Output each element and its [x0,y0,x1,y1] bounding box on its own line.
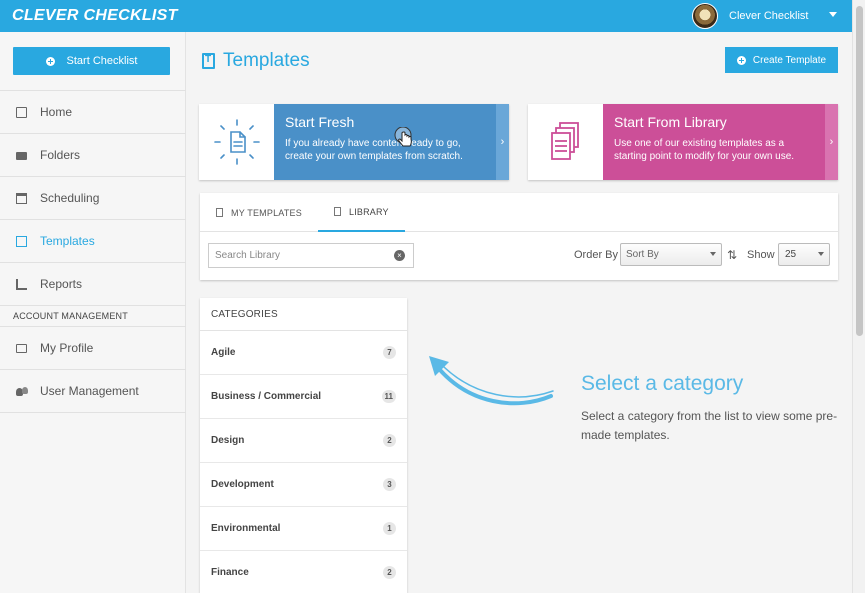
sidebar-item-reports[interactable]: Reports [0,263,186,306]
sidebar-item-templates[interactable]: Templates [0,220,186,263]
sidebar-item-scheduling[interactable]: Scheduling [0,177,186,220]
sidebar-item-label: Templates [40,234,95,248]
sidebar: Start Checklist Home Folders Scheduling … [0,32,186,593]
page-title-text: Templates [223,50,310,71]
select-category-heading: Select a category [581,372,744,395]
card-title: Start Fresh [285,114,355,130]
sort-by-select[interactable]: Sort By [620,243,722,266]
main-content: Templates Create Template [187,32,852,593]
chevron-down-icon [710,252,716,256]
start-fresh-card[interactable]: Start Fresh If you already have content … [199,104,509,180]
category-name: Finance [211,567,249,578]
document-icon [216,208,223,217]
chart-icon [16,278,27,290]
category-count-badge: 2 [383,566,396,579]
tab-my-templates[interactable]: MY TEMPLATES [200,193,318,232]
chevron-right-icon[interactable]: › [825,104,838,180]
hand-cursor-icon [394,127,412,147]
sidebar-item-label: Reports [40,277,83,291]
users-icon [16,386,28,397]
show-label: Show [747,249,775,261]
card-description: Use one of our existing templates as a s… [614,138,795,162]
sidebar-item-label: User Management [40,384,139,398]
sidebar-item-home[interactable]: Home [0,91,186,134]
category-name: Environmental [211,523,281,534]
tab-bar: MY TEMPLATES LIBRARY [200,193,838,232]
document-icon [16,106,27,118]
start-checklist-button[interactable]: Start Checklist [13,47,170,75]
plus-circle-icon [45,56,55,66]
categories-header: CATEGORIES [200,298,407,331]
category-item[interactable]: Finance 2 [200,551,407,593]
start-fresh-body: Start Fresh If you already have content … [274,104,496,180]
categories-panel: CATEGORIES Agile 7 Business / Commercial… [200,298,407,593]
clear-icon[interactable]: × [394,250,405,261]
category-name: Business / Commercial [211,391,322,402]
card-description: If you already have content ready to go,… [285,138,463,162]
app-logo[interactable]: CLEVER CHECKLIST [12,7,178,25]
category-count-badge: 11 [381,390,396,403]
category-name: Design [211,435,245,446]
category-name: Agile [211,347,236,358]
account-management-heading: ACCOUNT MANAGEMENT [0,306,186,327]
page-title: Templates [202,50,310,72]
category-count-badge: 1 [383,522,396,535]
sidebar-item-label: My Profile [40,341,94,355]
category-count-badge: 7 [383,346,396,359]
start-from-library-body: Start From Library Use one of our existi… [603,104,825,180]
search-placeholder: Search Library [215,250,281,261]
calendar-icon [16,192,27,204]
tab-label: MY TEMPLATES [231,207,302,218]
chevron-down-icon[interactable] [829,12,837,17]
sidebar-item-label: Home [40,105,73,119]
category-count-badge: 3 [383,478,396,491]
start-from-library-card[interactable]: Start From Library Use one of our existi… [528,104,838,180]
sort-select-value: Sort By [626,249,659,260]
category-item[interactable]: Agile 7 [200,331,407,375]
id-card-icon [16,343,27,353]
sort-direction-icon[interactable]: ⇅ [727,248,737,262]
start-checklist-label: Start Checklist [66,55,138,67]
page-size-value: 25 [785,249,797,260]
search-library-input[interactable]: Search Library × [208,243,414,268]
top-bar: CLEVER CHECKLIST Clever Checklist [0,0,852,32]
chevron-down-icon [818,252,824,256]
template-icon [202,53,215,69]
select-category-text: Select a category from the list to view … [581,409,838,442]
new-document-icon [199,104,274,180]
category-name: Development [211,479,274,490]
sidebar-nav: Home Folders Scheduling Templates Report… [0,90,186,413]
folder-icon [16,152,27,160]
sidebar-item-user-management[interactable]: User Management [0,370,186,413]
category-item[interactable]: Development 3 [200,463,407,507]
category-count-badge: 2 [383,434,396,447]
category-item[interactable]: Environmental 1 [200,507,407,551]
chevron-right-icon[interactable]: › [496,104,509,180]
sidebar-item-label: Folders [40,148,81,162]
category-item[interactable]: Design 2 [200,419,407,463]
order-by-label: Order By [574,249,619,261]
library-documents-icon [528,104,603,180]
create-template-label: Create Template [752,54,827,66]
sidebar-item-label: Scheduling [40,191,100,205]
sidebar-item-my-profile[interactable]: My Profile [0,327,186,370]
plus-circle-icon [736,55,746,65]
avatar[interactable] [692,3,718,29]
card-title: Start From Library [614,114,727,130]
document-icon [334,207,341,216]
tab-label: LIBRARY [349,206,389,217]
scrollbar[interactable] [852,0,865,593]
sidebar-item-folders[interactable]: Folders [0,134,186,177]
templates-tab-panel: MY TEMPLATES LIBRARY Search Library × Or… [200,193,838,280]
template-icon [16,235,27,247]
user-name[interactable]: Clever Checklist [729,10,808,22]
scrollbar-thumb[interactable] [856,6,863,336]
category-item[interactable]: Business / Commercial 11 [200,375,407,419]
page-size-select[interactable]: 25 [778,243,830,266]
curved-arrow-icon [429,356,554,406]
create-template-button[interactable]: Create Template [725,47,838,73]
tab-library[interactable]: LIBRARY [318,193,405,232]
